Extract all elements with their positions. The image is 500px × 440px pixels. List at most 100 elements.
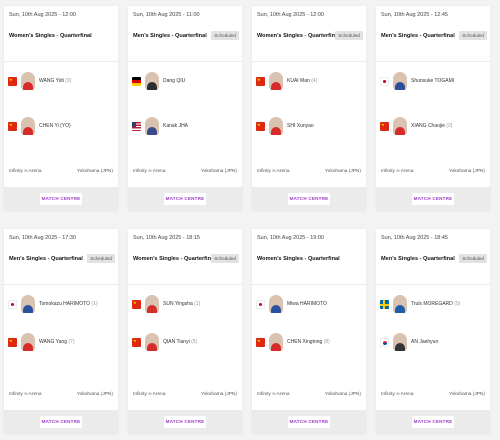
player-name[interactable]: AN Jaehyun xyxy=(411,339,438,345)
venue-name: Infinity ∞ Arena xyxy=(9,392,42,397)
player-avatar xyxy=(393,333,407,351)
match-card[interactable]: Sun, 10th Aug 2025 - 17:30 Men's Singles… xyxy=(4,229,118,434)
event-title: Women's Singles - Quarterfinal xyxy=(133,256,216,262)
venue-city: Yokohama (JPN) xyxy=(200,392,237,397)
match-card[interactable]: Sun, 10th Aug 2025 - 19:00 Women's Singl… xyxy=(252,229,366,434)
match-card[interactable]: Sun, 10th Aug 2025 - 12:00 Women's Singl… xyxy=(4,6,118,211)
card-footer: MATCH CENTRE xyxy=(4,410,118,434)
player-row[interactable]: Shunsuke TOGAMI xyxy=(380,72,488,92)
player-row[interactable]: AN Jaehyun xyxy=(380,333,488,353)
player-row[interactable]: Kanak JHA xyxy=(132,117,240,137)
card-footer: MATCH CENTRE xyxy=(252,187,366,211)
player-avatar xyxy=(145,72,159,90)
player-row[interactable]: CHEN Xingtong (8) xyxy=(256,333,364,353)
player-avatar xyxy=(269,295,283,313)
player-name[interactable]: Shunsuke TOGAMI xyxy=(411,78,454,84)
match-date: Sun, 10th Aug 2025 - 18:45 xyxy=(381,235,448,241)
card-footer: MATCH CENTRE xyxy=(128,187,242,211)
match-centre-button[interactable]: MATCH CENTRE xyxy=(164,193,206,205)
germany-flag-icon xyxy=(132,77,141,86)
status-badge: Scheduled xyxy=(87,254,115,263)
event-title: Women's Singles - Quarterfinal xyxy=(257,33,340,39)
match-card[interactable]: Sun, 10th Aug 2025 - 18:15 Women's Singl… xyxy=(128,229,242,434)
card-footer: MATCH CENTRE xyxy=(376,187,490,211)
match-date: Sun, 10th Aug 2025 - 12:00 xyxy=(9,12,76,18)
venue-city: Yokohama (JPN) xyxy=(76,392,113,397)
venue-city: Yokohama (JPN) xyxy=(324,392,361,397)
player-name[interactable]: WANG Yang (7) xyxy=(39,339,75,345)
status-badge: Scheduled xyxy=(335,31,363,40)
venue-city: Yokohama (JPN) xyxy=(200,169,237,174)
match-event-header: Men's Singles - Quarterfinal Scheduled xyxy=(128,27,242,62)
match-date: Sun, 10th Aug 2025 - 11:00 xyxy=(133,12,200,18)
match-card[interactable]: Sun, 10th Aug 2025 - 18:45 Men's Singles… xyxy=(376,229,490,434)
player-avatar xyxy=(269,72,283,90)
player-name[interactable]: Tomokazu HARIMOTO (1) xyxy=(39,301,98,307)
player-row[interactable]: Dang QIU xyxy=(132,72,240,92)
player-row[interactable]: Tomokazu HARIMOTO (1) xyxy=(8,295,116,315)
match-event-header: Women's Singles - Quarterfinal xyxy=(4,27,118,62)
match-grid: Sun, 10th Aug 2025 - 12:00 Women's Singl… xyxy=(0,0,500,440)
match-card[interactable]: Sun, 10th Aug 2025 - 11:00 Men's Singles… xyxy=(128,6,242,211)
usa-flag-icon xyxy=(132,122,141,131)
player-avatar xyxy=(21,72,35,90)
player-avatar xyxy=(145,333,159,351)
match-date: Sun, 10th Aug 2025 - 18:15 xyxy=(133,235,200,241)
event-title: Men's Singles - Quarterfinal xyxy=(9,256,83,262)
player-name[interactable]: SUN Yingsha (1) xyxy=(163,301,200,307)
match-event-header: Men's Singles - Quarterfinal Scheduled xyxy=(376,27,490,62)
match-centre-button[interactable]: MATCH CENTRE xyxy=(40,416,82,428)
player-row[interactable]: XIANG Chaojie (2) xyxy=(380,117,488,137)
event-title: Women's Singles - Quarterfinal xyxy=(257,256,340,262)
venue-name: Infinity ∞ Arena xyxy=(257,169,290,174)
china-flag-icon xyxy=(132,338,141,347)
player-name[interactable]: QIAN Tianyi (5) xyxy=(163,339,197,345)
match-card[interactable]: Sun, 10th Aug 2025 - 12:45 Men's Singles… xyxy=(376,6,490,211)
event-title: Men's Singles - Quarterfinal xyxy=(381,33,455,39)
player-name[interactable]: SHI Xunyao xyxy=(287,123,314,129)
match-date: Sun, 10th Aug 2025 - 17:30 xyxy=(9,235,76,241)
player-name[interactable]: Kanak JHA xyxy=(163,123,188,129)
player-avatar xyxy=(269,117,283,135)
china-flag-icon xyxy=(132,300,141,309)
match-card[interactable]: Sun, 10th Aug 2025 - 12:00 Women's Singl… xyxy=(252,6,366,211)
player-row[interactable]: SUN Yingsha (1) xyxy=(132,295,240,315)
card-footer: MATCH CENTRE xyxy=(4,187,118,211)
card-footer: MATCH CENTRE xyxy=(128,410,242,434)
match-event-header: Men's Singles - Quarterfinal Scheduled xyxy=(4,250,118,285)
player-row[interactable]: Truls MOREGARD (5) xyxy=(380,295,488,315)
card-footer: MATCH CENTRE xyxy=(252,410,366,434)
match-date: Sun, 10th Aug 2025 - 12:45 xyxy=(381,12,448,18)
event-title: Women's Singles - Quarterfinal xyxy=(9,33,92,39)
event-title: Men's Singles - Quarterfinal xyxy=(381,256,455,262)
event-title: Men's Singles - Quarterfinal xyxy=(133,33,207,39)
player-name[interactable]: KUAI Man (4) xyxy=(287,78,317,84)
player-name[interactable]: Miwa HARIMOTO xyxy=(287,301,327,307)
player-row[interactable]: WANG Yidi (3) xyxy=(8,72,116,92)
match-centre-button[interactable]: MATCH CENTRE xyxy=(164,416,206,428)
player-name[interactable]: XIANG Chaojie (2) xyxy=(411,123,452,129)
player-name[interactable]: WANG Yidi (3) xyxy=(39,78,71,84)
player-avatar xyxy=(21,333,35,351)
player-row[interactable]: KUAI Man (4) xyxy=(256,72,364,92)
match-centre-button[interactable]: MATCH CENTRE xyxy=(288,193,330,205)
venue-city: Yokohama (JPN) xyxy=(76,169,113,174)
status-badge: Scheduled xyxy=(211,254,239,263)
player-row[interactable]: CHEN Yi (YO) xyxy=(8,117,116,137)
player-name[interactable]: Dang QIU xyxy=(163,78,185,84)
match-event-header: Women's Singles - Quarterfinal Scheduled xyxy=(252,27,366,62)
player-row[interactable]: Miwa HARIMOTO xyxy=(256,295,364,315)
player-avatar xyxy=(21,295,35,313)
match-centre-button[interactable]: MATCH CENTRE xyxy=(412,416,454,428)
match-centre-button[interactable]: MATCH CENTRE xyxy=(40,193,82,205)
player-row[interactable]: QIAN Tianyi (5) xyxy=(132,333,240,353)
match-centre-button[interactable]: MATCH CENTRE xyxy=(288,416,330,428)
player-name[interactable]: Truls MOREGARD (5) xyxy=(411,301,460,307)
japan-flag-icon xyxy=(8,300,17,309)
player-row[interactable]: SHI Xunyao xyxy=(256,117,364,137)
match-centre-button[interactable]: MATCH CENTRE xyxy=(412,193,454,205)
player-name[interactable]: CHEN Xingtong (8) xyxy=(287,339,330,345)
player-row[interactable]: WANG Yang (7) xyxy=(8,333,116,353)
china-flag-icon xyxy=(8,122,17,131)
player-name[interactable]: CHEN Yi (YO) xyxy=(39,123,71,129)
